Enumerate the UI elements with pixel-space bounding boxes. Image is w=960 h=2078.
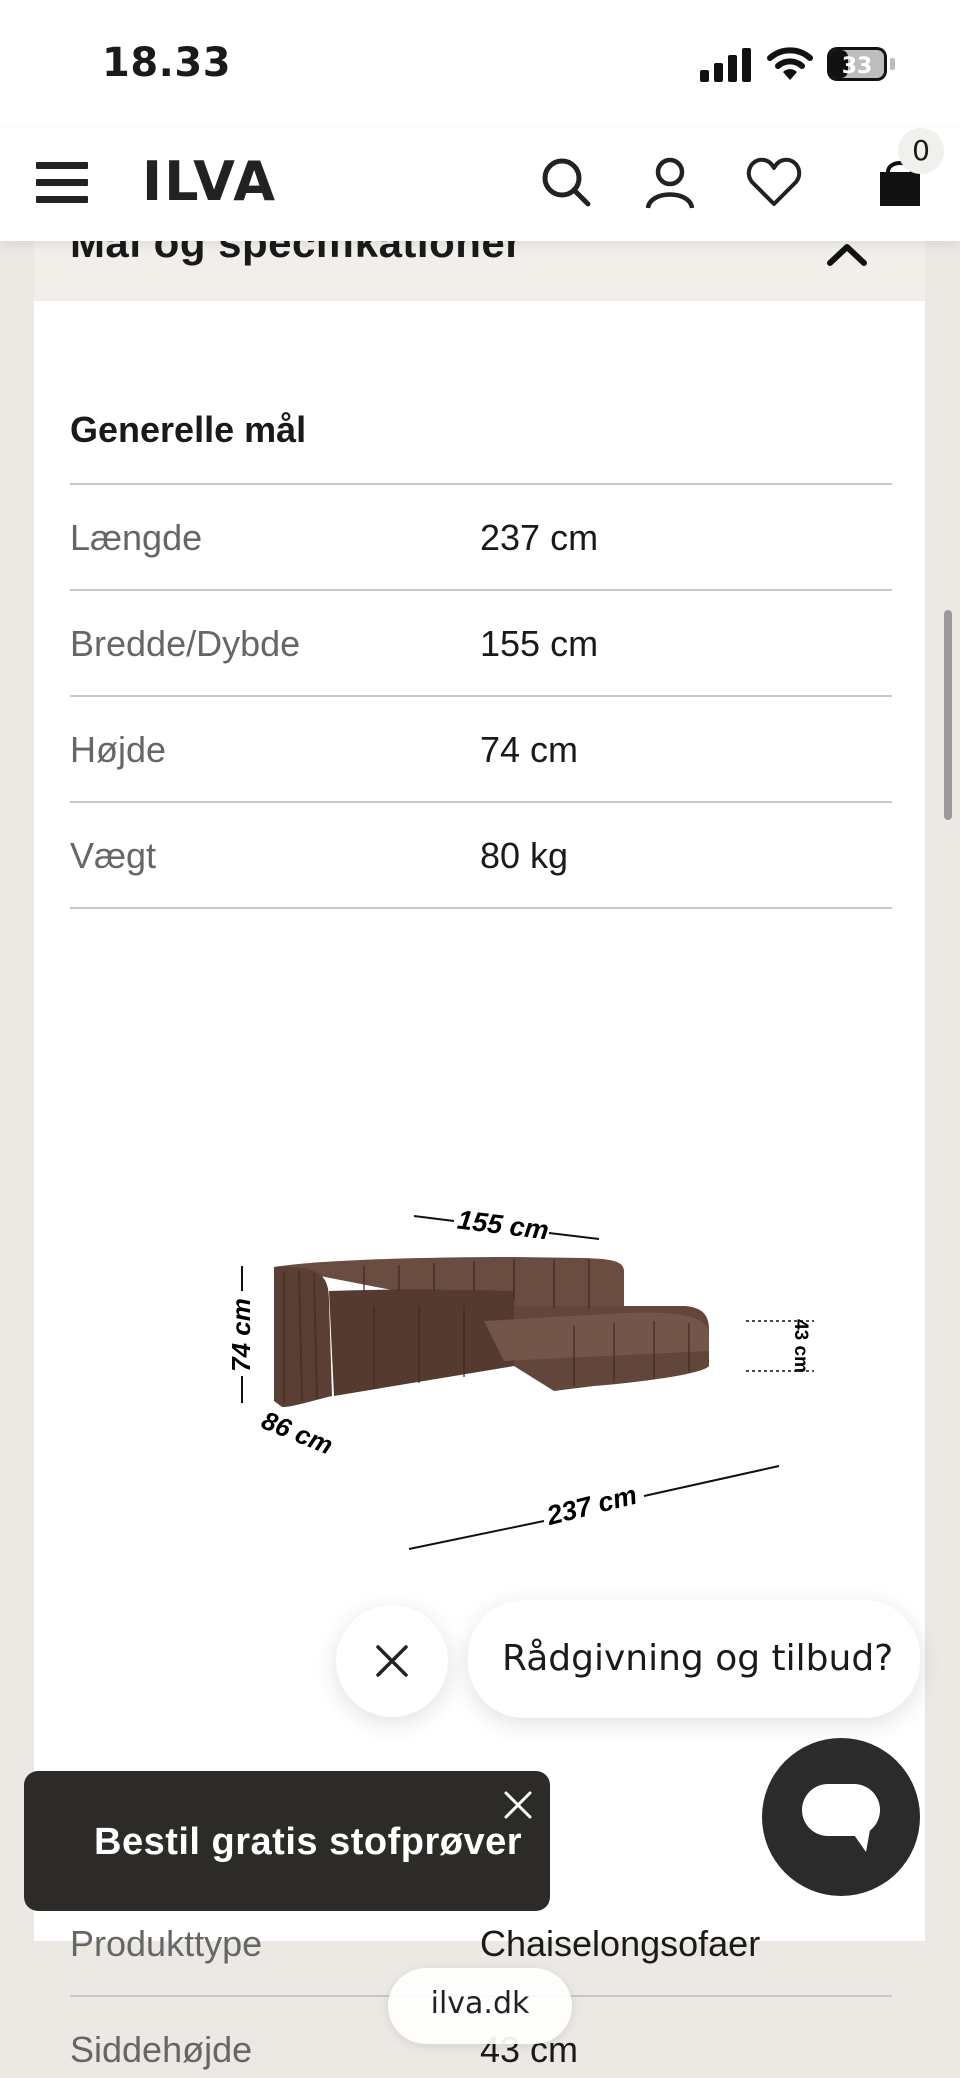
battery-level: 33 (842, 54, 873, 79)
length-line (643, 1465, 780, 1497)
chat-icon (802, 1784, 880, 1852)
close-icon[interactable] (500, 1787, 536, 1823)
search-icon[interactable] (536, 152, 596, 212)
spec-value: 237 cm (480, 517, 599, 558)
width-label: 155 cm (456, 1205, 551, 1246)
menu-icon[interactable] (36, 162, 88, 206)
spec-label: Siddehøjde (70, 2029, 253, 2070)
status-bar: 18.33 33 (0, 0, 960, 128)
scrollbar[interactable] (944, 610, 952, 820)
section-heading: Generelle mål (70, 409, 307, 450)
spec-row: Bredde/Dybde 155 cm (70, 591, 892, 697)
accordion-header[interactable]: Mål og specifikationer (34, 241, 925, 301)
spec-label: Produkttype (70, 1923, 263, 1964)
spec-label: Længde (70, 517, 203, 558)
width-line (413, 1215, 455, 1222)
url-text: ilva.dk (430, 1986, 530, 2021)
dimensions-table: Længde 237 cm Bredde/Dybde 155 cm Højde … (70, 483, 892, 909)
chat-launcher-button[interactable] (762, 1738, 920, 1896)
battery-icon: 33 (827, 47, 895, 81)
fabric-samples-text: Bestil gratis stofprøver (94, 1821, 522, 1863)
account-icon[interactable] (640, 152, 700, 212)
status-time: 18.33 (102, 40, 232, 86)
spec-label: Højde (70, 729, 167, 770)
wifi-icon (767, 47, 813, 80)
spec-row: Højde 74 cm (70, 697, 892, 803)
site-header: ILVA 0 (0, 128, 960, 241)
sofa-dimension-illustration: 155 cm 74 cm 43 cm 86 cm 237 cm (226, 1205, 814, 1550)
length-line (408, 1520, 545, 1550)
close-icon (376, 1645, 408, 1677)
cart-count-badge: 0 (898, 128, 944, 174)
heart-icon[interactable] (744, 152, 804, 212)
spec-value: Chaiselongsofaer (480, 1923, 761, 1964)
browser-url-bar[interactable]: ilva.dk (388, 1968, 572, 2044)
fabric-samples-banner[interactable]: Bestil gratis stofprøver (24, 1771, 550, 1911)
cellular-signal-icon (700, 48, 751, 82)
sofa-image (274, 1257, 709, 1407)
spec-row: Vægt 80 kg (70, 803, 892, 909)
spec-label: Bredde/Dybde (70, 623, 301, 664)
chevron-up-icon[interactable] (822, 241, 872, 281)
chat-prompt-text: Rådgivning og tilbud? (502, 1638, 894, 1679)
spec-label: Vægt (70, 835, 157, 876)
spec-value: 80 kg (480, 835, 569, 876)
length-label: 237 cm (543, 1480, 640, 1532)
site-logo[interactable]: ILVA (142, 150, 277, 213)
chat-dismiss-button[interactable] (336, 1605, 448, 1717)
accordion-title: Mål og specifikationer (70, 241, 523, 266)
spec-value: 155 cm (480, 623, 599, 664)
chat-prompt-bubble[interactable]: Rådgivning og tilbud? (468, 1600, 920, 1718)
depth-label: 86 cm (258, 1405, 338, 1460)
width-line (548, 1232, 600, 1240)
height-label: 74 cm (226, 1298, 256, 1372)
spec-row: Længde 237 cm (70, 485, 892, 591)
spec-value: 74 cm (480, 729, 579, 770)
seat-height-label: 43 cm (790, 1319, 811, 1373)
